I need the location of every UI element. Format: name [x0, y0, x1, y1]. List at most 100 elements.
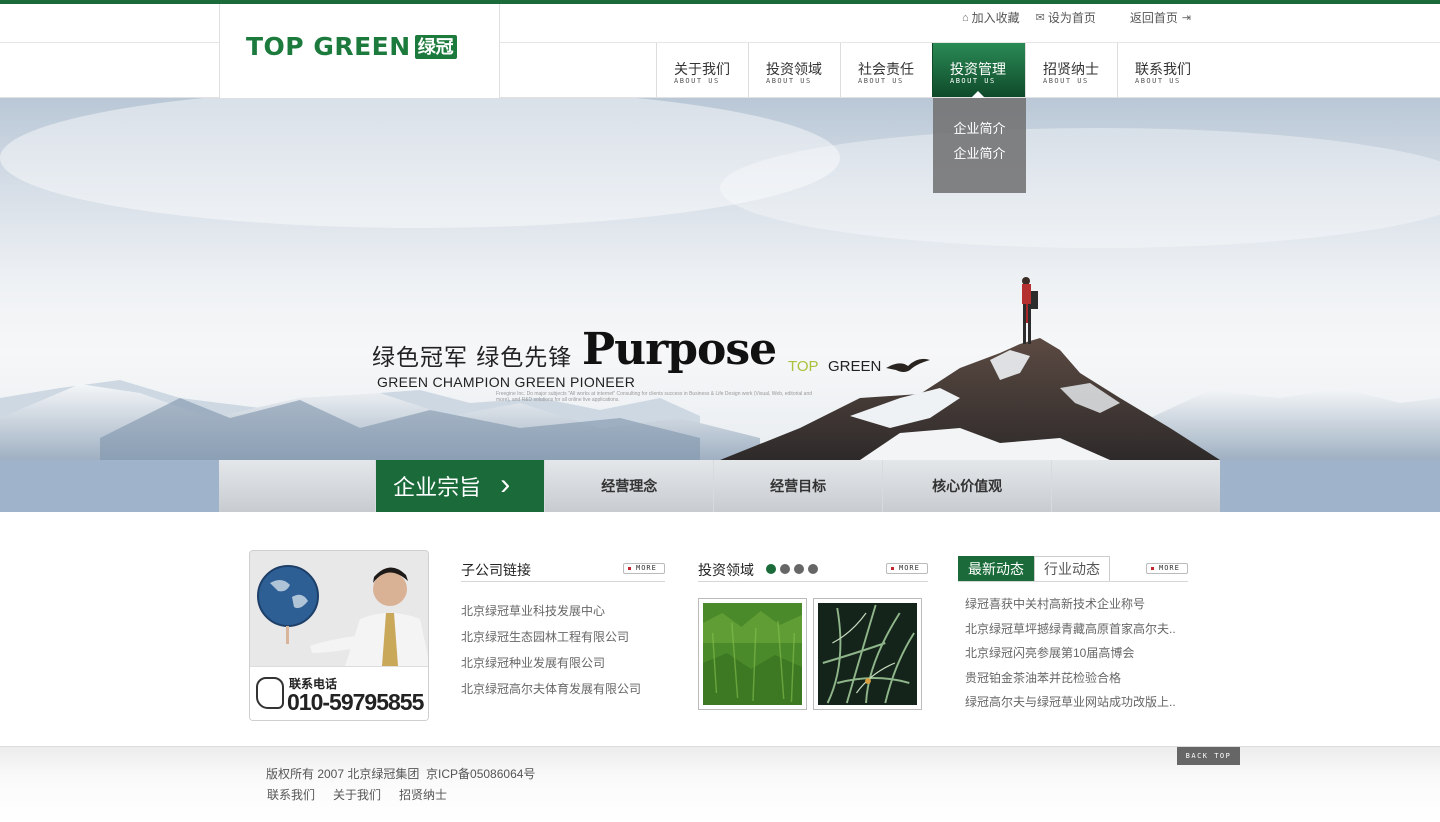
subsidiaries-section: 子公司链接 MORE 北京绿冠草业科技发展中心 北京绿冠生态园林工程有限公司 北…: [461, 556, 665, 702]
grass-image: [703, 603, 802, 705]
tab-core-values[interactable]: 核心价值观: [882, 460, 1051, 512]
nav-item-investment-management[interactable]: 投资管理 ABOUT US: [932, 43, 1025, 98]
section-title: 投资领域: [698, 562, 754, 578]
exit-icon: ⇥: [1181, 12, 1192, 24]
logo-badge: 绿冠: [414, 34, 457, 59]
plant-thumbnail[interactable]: [813, 598, 922, 710]
investment-thumbnails: [698, 598, 928, 710]
nav-label: 社会责任: [858, 60, 914, 77]
list-item[interactable]: 北京绿冠种业发展有限公司: [461, 650, 665, 676]
add-favorite-label: 加入收藏: [971, 11, 1020, 25]
slogan-top: TOP: [788, 358, 819, 375]
plant-image: [818, 603, 917, 705]
list-item[interactable]: 北京绿冠草业科技发展中心: [461, 598, 665, 624]
footer: 版权所有 2007 北京绿冠集团 京ICP备05086064号 联系我们 关于我…: [0, 746, 1440, 822]
nav-label: 招贤纳士: [1043, 60, 1099, 77]
tab-label: 经营理念: [601, 478, 658, 494]
dropdown-item[interactable]: 企业简介: [933, 116, 1026, 141]
top-links: ⌂ 加入收藏 ✉ 设为首页 返回首页 ⇥: [962, 9, 1207, 26]
chevron-right-icon: ›: [500, 468, 511, 501]
list-item[interactable]: 北京绿冠高尔夫体育发展有限公司: [461, 676, 665, 702]
tab-corporate-purpose[interactable]: 企业宗旨 ›: [375, 460, 545, 512]
back-home-link[interactable]: 返回首页 ⇥: [1130, 9, 1191, 26]
slogan-small-text: Freegine Inc. Do major subjects "All wor…: [496, 391, 813, 403]
nav-item-investment-field[interactable]: 投资领域 ABOUT US: [748, 43, 840, 97]
footer-links: 联系我们 关于我们 招贤纳士: [267, 786, 465, 803]
nav-sublabel: ABOUT US: [1043, 76, 1089, 85]
nav-sublabel: ABOUT US: [950, 76, 996, 85]
footer-link-contact[interactable]: 联系我们: [267, 786, 315, 803]
home-icon: ⌂: [962, 11, 969, 24]
carousel-dot[interactable]: [808, 564, 818, 574]
slogan-green: GREEN: [828, 358, 882, 375]
news-tabs: 最新动态 行业动态: [958, 556, 1110, 581]
more-button[interactable]: MORE: [623, 563, 665, 574]
tab-latest-news[interactable]: 最新动态: [958, 556, 1034, 581]
grass-thumbnail[interactable]: [698, 598, 807, 710]
set-homepage-link[interactable]: ✉ 设为首页: [1036, 9, 1096, 26]
tab-business-goals[interactable]: 经营目标: [713, 460, 882, 512]
nav-dropdown: 企业简介 企业简介: [933, 98, 1026, 193]
more-button[interactable]: MORE: [1146, 563, 1188, 574]
nav-item-contact[interactable]: 联系我们 ABOUT US: [1117, 43, 1209, 97]
news-section: 最新动态 行业动态 MORE 绿冠喜获中关村高新技术企业称号 北京绿冠草坪撼绿青…: [958, 556, 1188, 715]
list-item[interactable]: 绿冠高尔夫与绿冠草业网站成功改版上..: [965, 690, 1188, 715]
slogan-english: GREEN CHAMPION GREEN PIONEER: [377, 374, 636, 390]
logo[interactable]: TOP GREEN 绿冠: [246, 32, 457, 61]
add-favorite-link[interactable]: ⌂ 加入收藏: [962, 9, 1020, 26]
list-item[interactable]: 北京绿冠闪亮参展第10届高博会: [965, 641, 1188, 666]
nav-sublabel: ABOUT US: [1135, 76, 1181, 85]
slogan-chinese: 绿色冠军 绿色先锋: [372, 345, 573, 371]
list-item[interactable]: 绿冠喜获中关村高新技术企业称号: [965, 592, 1188, 617]
carousel-dot[interactable]: [780, 564, 790, 574]
tab-spacer: [219, 460, 375, 512]
news-list: 绿冠喜获中关村高新技术企业称号 北京绿冠草坪撼绿青藏高原首家高尔夫.. 北京绿冠…: [965, 592, 1188, 715]
footer-copyright: 版权所有 2007 北京绿冠集团 京ICP备05086064号: [266, 767, 536, 781]
contact-card[interactable]: 联系电话 010-59795855: [249, 550, 429, 721]
tab-label: 经营目标: [770, 478, 827, 494]
phone-head-icon: [256, 677, 284, 709]
carousel-dots: [766, 564, 822, 574]
nav-item-about[interactable]: 关于我们 ABOUT US: [656, 43, 748, 97]
nav-label: 投资管理: [950, 60, 1006, 77]
nav-sublabel: ABOUT US: [674, 76, 720, 85]
list-item[interactable]: 北京绿冠生态园林工程有限公司: [461, 624, 665, 650]
mail-icon: ✉: [1035, 12, 1045, 24]
section-title: 子公司链接: [461, 562, 531, 578]
nav-item-careers[interactable]: 招贤纳士 ABOUT US: [1025, 43, 1117, 97]
slogan-purpose: Purpose: [582, 324, 777, 375]
footer-link-about[interactable]: 关于我们: [333, 786, 381, 803]
carousel-dot[interactable]: [766, 564, 776, 574]
back-home-label: 返回首页: [1129, 11, 1178, 25]
hero-banner: 绿色冠军 绿色先锋 Purpose TOP GREEN GREEN CHAMPI…: [0, 98, 1440, 460]
list-item[interactable]: 贵冠铂金茶油苯并芘检验合格: [965, 666, 1188, 691]
dropdown-item[interactable]: 企业简介: [933, 141, 1026, 166]
footer-link-careers[interactable]: 招贤纳士: [399, 786, 447, 803]
tab-industry-news[interactable]: 行业动态: [1034, 556, 1110, 581]
set-homepage-label: 设为首页: [1047, 11, 1096, 25]
nav-label: 投资领域: [766, 60, 822, 77]
nav-sublabel: ABOUT US: [766, 76, 812, 85]
investment-section: 投资领域 MORE: [698, 556, 928, 710]
tab-label: 企业宗旨: [393, 475, 482, 500]
carousel-dot[interactable]: [794, 564, 804, 574]
back-top-button[interactable]: BACK TOP: [1177, 747, 1240, 765]
tab-business-philosophy[interactable]: 经营理念: [544, 460, 713, 512]
nav-label: 联系我们: [1135, 60, 1191, 77]
nav-sublabel: ABOUT US: [858, 76, 904, 85]
more-button[interactable]: MORE: [886, 563, 928, 574]
subsidiary-list: 北京绿冠草业科技发展中心 北京绿冠生态园林工程有限公司 北京绿冠种业发展有限公司…: [461, 598, 665, 702]
tab-label: 核心价值观: [932, 478, 1003, 494]
nav-item-social-responsibility[interactable]: 社会责任 ABOUT US: [840, 43, 932, 97]
banner-slogan: 绿色冠军 绿色先锋 Purpose TOP GREEN GREEN CHAMPI…: [372, 324, 881, 403]
logo-container: TOP GREEN 绿冠: [219, 4, 500, 98]
logo-text: TOP GREEN: [246, 32, 411, 61]
main-nav: 关于我们 ABOUT US 投资领域 ABOUT US 社会责任 ABOUT U…: [656, 43, 1209, 98]
contact-phone: 010-59795855: [287, 689, 424, 715]
businessman-globe-photo: [250, 551, 428, 666]
nav-label: 关于我们: [674, 60, 730, 77]
tab-strip: 企业宗旨 › 经营理念 经营目标 核心价值观: [0, 460, 1440, 512]
list-item[interactable]: 北京绿冠草坪撼绿青藏高原首家高尔夫..: [965, 617, 1188, 642]
mountain-scenery: [0, 98, 1440, 460]
tab-spacer: [1051, 460, 1220, 512]
